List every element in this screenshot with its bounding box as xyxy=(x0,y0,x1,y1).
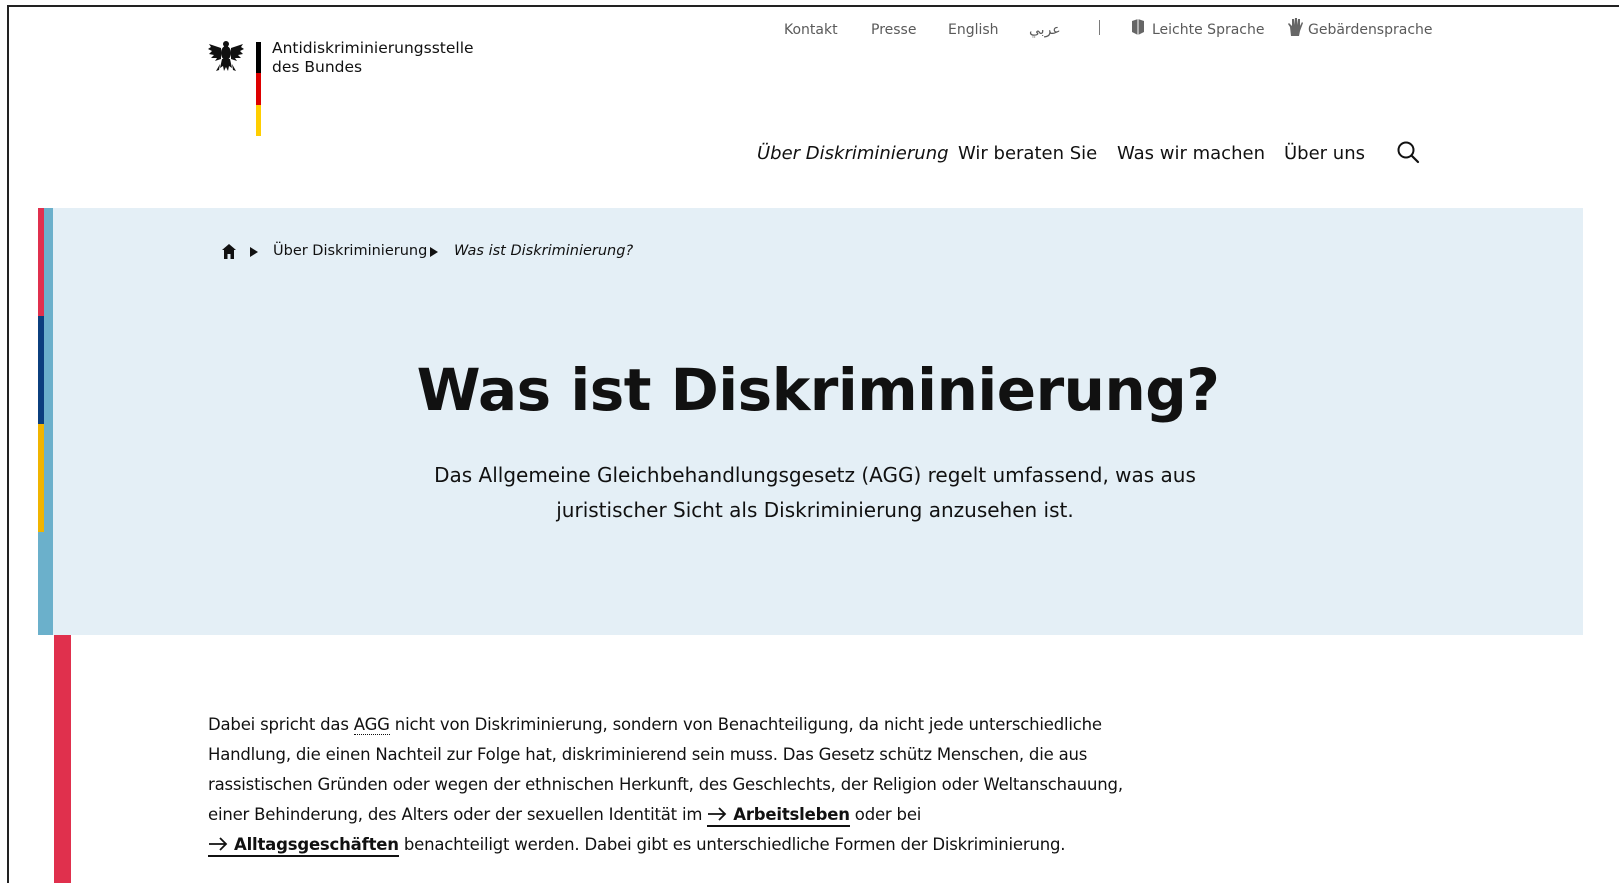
paragraph-line: rassistischen Gründen oder wegen der eth… xyxy=(208,775,1123,794)
paragraph-line: Handlung, die einen Nachteil zur Folge h… xyxy=(208,745,1088,764)
search-icon[interactable] xyxy=(1396,140,1420,164)
link-alltagsgeschaeften[interactable]: Alltagsgeschäften xyxy=(208,835,399,857)
subtitle-line-2: juristischer Sicht als Diskriminierung a… xyxy=(556,498,1074,522)
breadcrumb-arrow-icon xyxy=(250,247,258,257)
german-flag-bar xyxy=(256,42,261,136)
text-segment: einer Behinderung, des Alters oder der s… xyxy=(208,805,708,824)
stripe-yellow xyxy=(38,424,44,532)
link-arbeitsleben[interactable]: Arbeitsleben xyxy=(707,805,850,827)
paragraph-line: Alltagsgeschäften benachteiligt werden. … xyxy=(208,830,1108,860)
page-title: Was ist Diskriminierung? xyxy=(416,356,1220,424)
paragraph-line: einer Behinderung, des Alters oder der s… xyxy=(208,800,1108,830)
nav-item-wir-beraten-sie[interactable]: Wir beraten Sie xyxy=(958,143,1097,164)
meta-link-kontakt[interactable]: Kontakt xyxy=(784,22,838,38)
link-label: Arbeitsleben xyxy=(733,805,850,824)
subtitle-line-1: Das Allgemeine Gleichbehandlungsgesetz (… xyxy=(434,463,1196,487)
breadcrumb-link-ueber-diskriminierung[interactable]: Über Diskriminierung xyxy=(273,243,427,259)
logo-text: Antidiskriminierungsstelle des Bundes xyxy=(272,39,474,77)
arrow-right-icon xyxy=(708,807,727,821)
text-segment: Dabei spricht das xyxy=(208,715,354,734)
logo-line-2: des Bundes xyxy=(272,58,363,76)
sign-language-icon xyxy=(1287,17,1303,41)
meta-link-arabic[interactable]: عربي xyxy=(1029,22,1061,38)
agg-abbreviation[interactable]: AGG xyxy=(353,715,390,735)
stripe-navy xyxy=(38,316,44,424)
nav-item-was-wir-machen[interactable]: Was wir machen xyxy=(1117,143,1265,164)
text-segment: benachteiligt werden. Dabei gibt es unte… xyxy=(398,835,1066,854)
nav-item-ueber-uns[interactable]: Über uns xyxy=(1284,143,1365,164)
meta-link-gebaerdensprache[interactable]: Gebärdensprache xyxy=(1308,22,1433,38)
paragraph-line: Dabei spricht das AGG nicht von Diskrimi… xyxy=(208,710,1108,740)
page-subtitle: Das Allgemeine Gleichbehandlungsgesetz (… xyxy=(430,458,1200,528)
easy-language-icon xyxy=(1131,18,1145,40)
text-segment: nicht von Diskriminierung, sondern von B… xyxy=(389,715,1102,734)
home-icon[interactable] xyxy=(222,244,236,259)
content-side-stripe xyxy=(54,635,71,883)
meta-link-presse[interactable]: Presse xyxy=(871,22,916,38)
breadcrumb-current: Was ist Diskriminierung? xyxy=(454,243,634,259)
logo-line-1: Antidiskriminierungsstelle xyxy=(272,39,474,57)
meta-link-leichte-sprache[interactable]: Leichte Sprache xyxy=(1152,22,1264,38)
meta-divider xyxy=(1099,20,1100,35)
link-label: Alltagsgeschäften xyxy=(234,835,399,854)
text-segment: oder bei xyxy=(849,805,922,824)
meta-link-english[interactable]: English xyxy=(948,22,999,38)
content-paragraph: Dabei spricht das AGG nicht von Diskrimi… xyxy=(208,710,1123,860)
nav-item-ueber-diskriminierung[interactable]: Über Diskriminierung xyxy=(757,143,949,164)
stripe-red xyxy=(38,208,44,316)
arrow-right-icon xyxy=(209,837,228,851)
breadcrumb-arrow-icon xyxy=(430,247,438,257)
federal-eagle-icon xyxy=(208,41,244,71)
